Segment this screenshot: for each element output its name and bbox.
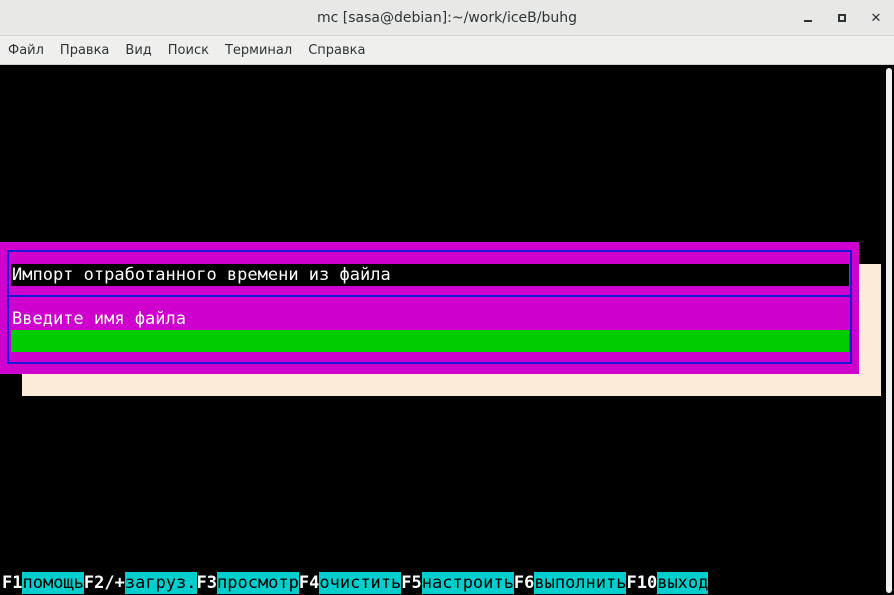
fkey-number: F4 [298, 572, 320, 594]
fkey-label: очистить [319, 572, 402, 594]
fkey-f1-help[interactable]: F1 помощь [2, 572, 84, 594]
fkey-f5-settings[interactable]: F5 настроить [401, 572, 514, 594]
menu-edit[interactable]: Правка [60, 43, 109, 58]
maximize-icon[interactable] [832, 8, 852, 28]
function-key-bar: F1 помощь F2/+ загруз. F3 просмотр F4 очисти… [2, 572, 709, 594]
dialog-title: Импорт отработанного времени из файла [11, 264, 849, 286]
fkey-number: F6 [513, 572, 535, 594]
window-title: mc [sasa@debian]:~/work/iceB/buhg [317, 9, 577, 26]
fkey-label: загруз. [124, 572, 197, 594]
fkey-f6-run[interactable]: F6 выполнить [513, 572, 627, 594]
fkey-f10-exit[interactable]: F10 выход [626, 572, 709, 594]
close-icon[interactable]: ✕ [866, 8, 886, 28]
fkey-f3-view[interactable]: F3 просмотр [196, 572, 299, 594]
fkey-f2-load[interactable]: F2/+ загруз. [83, 572, 197, 594]
menu-help[interactable]: Справка [308, 43, 365, 58]
fkey-label: выход [657, 572, 709, 594]
filename-input[interactable] [11, 330, 849, 352]
menu-file[interactable]: Файл [8, 43, 44, 58]
fkey-number: F5 [401, 572, 422, 594]
scrollbar-thumb[interactable] [886, 68, 892, 593]
fkey-label: помощь [22, 572, 84, 594]
menu-bar: Файл Правка Вид Поиск Терминал Справка [0, 36, 894, 65]
fkey-label: просмотр [217, 572, 299, 594]
dialog-prompt: Введите имя файла [12, 309, 186, 329]
menu-view[interactable]: Вид [125, 43, 151, 58]
menu-terminal[interactable]: Терминал [225, 43, 292, 58]
minimize-icon[interactable] [798, 8, 818, 28]
fkey-number: F10 [626, 572, 658, 594]
fkey-number: F3 [196, 572, 217, 594]
menu-search[interactable]: Поиск [168, 43, 209, 58]
window-titlebar[interactable]: mc [sasa@debian]:~/work/iceB/buhg ✕ [0, 0, 894, 36]
fkey-label: выполнить [534, 572, 627, 594]
fkey-number: F2/+ [83, 572, 125, 594]
fkey-f4-clear[interactable]: F4 очистить [298, 572, 402, 594]
fkey-number: F1 [2, 572, 23, 594]
dialog-divider [9, 295, 850, 297]
terminal-scrollbar[interactable] [883, 66, 894, 595]
import-dialog: Импорт отработанного времени из файла Вв… [0, 242, 859, 374]
fkey-label: настроить [421, 572, 514, 594]
